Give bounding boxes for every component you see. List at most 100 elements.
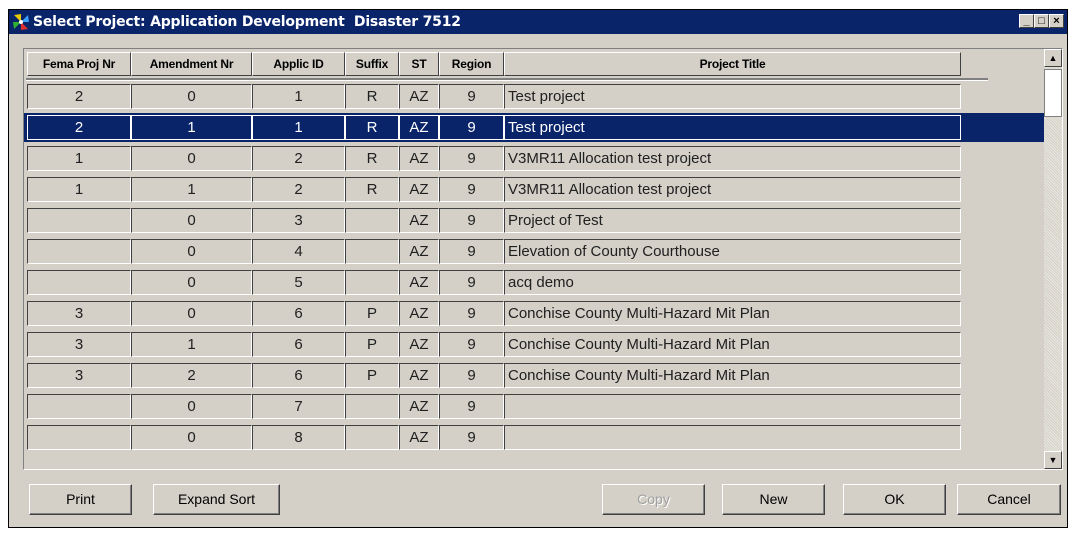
table-row[interactable]: 0 8 AZ 9 — [24, 423, 1046, 452]
cell-amendment-nr[interactable]: 0 — [131, 239, 252, 264]
column-header-amendment-nr[interactable]: Amendment Nr — [131, 52, 252, 76]
column-header-applic-id[interactable]: Applic ID — [252, 52, 345, 76]
cell-amendment-nr[interactable]: 1 — [131, 177, 252, 202]
cell-st[interactable]: AZ — [399, 84, 439, 109]
column-header-st[interactable]: ST — [399, 52, 439, 76]
cell-fema-proj-nr[interactable]: 3 — [27, 301, 131, 326]
new-button[interactable]: New — [722, 484, 825, 515]
cell-applic-id[interactable]: 8 — [252, 425, 345, 450]
table-row[interactable]: 1 1 2 R AZ 9 V3MR11 Allocation test project — [24, 175, 1046, 204]
table-row[interactable]: 0 4 AZ 9 Elevation of County Courthouse — [24, 237, 1046, 266]
column-header-project-title[interactable]: Project Title — [504, 52, 961, 76]
cell-fema-proj-nr[interactable] — [27, 239, 131, 264]
cell-suffix[interactable]: R — [345, 146, 399, 171]
scroll-down-icon[interactable]: ▼ — [1044, 451, 1062, 469]
cell-fema-proj-nr[interactable]: 3 — [27, 363, 131, 388]
table-row[interactable]: 0 3 AZ 9 Project of Test — [24, 206, 1046, 235]
cell-applic-id[interactable]: 5 — [252, 270, 345, 295]
cell-region[interactable]: 9 — [439, 425, 504, 450]
cell-suffix[interactable] — [345, 208, 399, 233]
print-button[interactable]: Print — [29, 484, 132, 515]
cell-st[interactable]: AZ — [399, 363, 439, 388]
cell-applic-id[interactable]: 6 — [252, 301, 345, 326]
cell-st[interactable]: AZ — [399, 270, 439, 295]
cell-amendment-nr[interactable]: 0 — [131, 301, 252, 326]
cell-applic-id[interactable]: 7 — [252, 394, 345, 419]
cell-fema-proj-nr[interactable] — [27, 208, 131, 233]
column-header-suffix[interactable]: Suffix — [345, 52, 399, 76]
cell-suffix[interactable]: P — [345, 363, 399, 388]
cell-suffix[interactable] — [345, 425, 399, 450]
cell-amendment-nr[interactable]: 1 — [131, 332, 252, 357]
cell-project-title[interactable]: Conchise County Multi-Hazard Mit Plan — [504, 363, 961, 388]
cell-project-title[interactable]: acq demo — [504, 270, 961, 295]
cell-fema-proj-nr[interactable]: 3 — [27, 332, 131, 357]
cell-st[interactable]: AZ — [399, 332, 439, 357]
vertical-scrollbar[interactable]: ▲ ▼ — [1044, 49, 1062, 469]
cell-st[interactable]: AZ — [399, 239, 439, 264]
column-header-region[interactable]: Region — [439, 52, 504, 76]
ok-button[interactable]: OK — [843, 484, 946, 515]
scroll-thumb[interactable] — [1044, 69, 1062, 117]
cell-region[interactable]: 9 — [439, 84, 504, 109]
cell-region[interactable]: 9 — [439, 208, 504, 233]
cell-suffix[interactable]: P — [345, 301, 399, 326]
project-grid[interactable]: Fema Proj Nr Amendment Nr Applic ID Suff… — [23, 48, 1063, 470]
cell-amendment-nr[interactable]: 1 — [131, 115, 252, 140]
cell-region[interactable]: 9 — [439, 146, 504, 171]
cell-region[interactable]: 9 — [439, 270, 504, 295]
cell-st[interactable]: AZ — [399, 301, 439, 326]
cell-applic-id[interactable]: 1 — [252, 84, 345, 109]
close-icon[interactable]: × — [1049, 14, 1064, 28]
cell-region[interactable]: 9 — [439, 115, 504, 140]
cell-suffix[interactable]: R — [345, 84, 399, 109]
cell-st[interactable]: AZ — [399, 177, 439, 202]
cell-applic-id[interactable]: 6 — [252, 332, 345, 357]
cell-project-title[interactable]: V3MR11 Allocation test project — [504, 146, 961, 171]
cell-st[interactable]: AZ — [399, 146, 439, 171]
maximize-icon[interactable]: □ — [1034, 14, 1049, 28]
cell-applic-id[interactable]: 1 — [252, 115, 345, 140]
cell-project-title[interactable] — [504, 425, 961, 450]
cell-fema-proj-nr[interactable]: 2 — [27, 115, 131, 140]
cell-fema-proj-nr[interactable]: 1 — [27, 146, 131, 171]
cell-st[interactable]: AZ — [399, 115, 439, 140]
cell-amendment-nr[interactable]: 0 — [131, 394, 252, 419]
cell-project-title[interactable]: Elevation of County Courthouse — [504, 239, 961, 264]
table-row[interactable]: 0 5 AZ 9 acq demo — [24, 268, 1046, 297]
table-row[interactable]: 3 0 6 P AZ 9 Conchise County Multi-Hazard Mit … — [24, 299, 1046, 328]
cell-region[interactable]: 9 — [439, 363, 504, 388]
cell-project-title[interactable]: V3MR11 Allocation test project — [504, 177, 961, 202]
cell-amendment-nr[interactable]: 0 — [131, 208, 252, 233]
cell-region[interactable]: 9 — [439, 239, 504, 264]
cell-amendment-nr[interactable]: 0 — [131, 270, 252, 295]
cell-amendment-nr[interactable]: 0 — [131, 146, 252, 171]
cell-project-title[interactable]: Test project — [504, 84, 961, 109]
cell-st[interactable]: AZ — [399, 394, 439, 419]
copy-button[interactable]: Copy — [602, 484, 705, 515]
pinwheel-app-icon[interactable] — [12, 13, 30, 31]
cell-applic-id[interactable]: 4 — [252, 239, 345, 264]
cell-suffix[interactable] — [345, 394, 399, 419]
cell-applic-id[interactable]: 6 — [252, 363, 345, 388]
scroll-up-icon[interactable]: ▲ — [1044, 49, 1062, 67]
table-row[interactable]: 2 1 1 R AZ 9 Test project — [24, 113, 1046, 142]
cell-applic-id[interactable]: 3 — [252, 208, 345, 233]
table-row[interactable]: 3 2 6 P AZ 9 Conchise County Multi-Hazard Mit … — [24, 361, 1046, 390]
cell-fema-proj-nr[interactable] — [27, 270, 131, 295]
cell-suffix[interactable]: P — [345, 332, 399, 357]
cell-fema-proj-nr[interactable]: 2 — [27, 84, 131, 109]
table-row[interactable]: 1 0 2 R AZ 9 V3MR11 Allocation test project — [24, 144, 1046, 173]
cell-region[interactable]: 9 — [439, 394, 504, 419]
cell-amendment-nr[interactable]: 0 — [131, 425, 252, 450]
expand-sort-button[interactable]: Expand Sort — [153, 484, 280, 515]
cell-suffix[interactable]: R — [345, 115, 399, 140]
cell-region[interactable]: 9 — [439, 332, 504, 357]
cell-applic-id[interactable]: 2 — [252, 146, 345, 171]
cell-amendment-nr[interactable]: 2 — [131, 363, 252, 388]
cell-st[interactable]: AZ — [399, 208, 439, 233]
table-row[interactable]: 0 7 AZ 9 — [24, 392, 1046, 421]
minimize-icon[interactable]: _ — [1019, 14, 1034, 28]
cell-fema-proj-nr[interactable] — [27, 394, 131, 419]
column-header-fema-proj-nr[interactable]: Fema Proj Nr — [27, 52, 131, 76]
